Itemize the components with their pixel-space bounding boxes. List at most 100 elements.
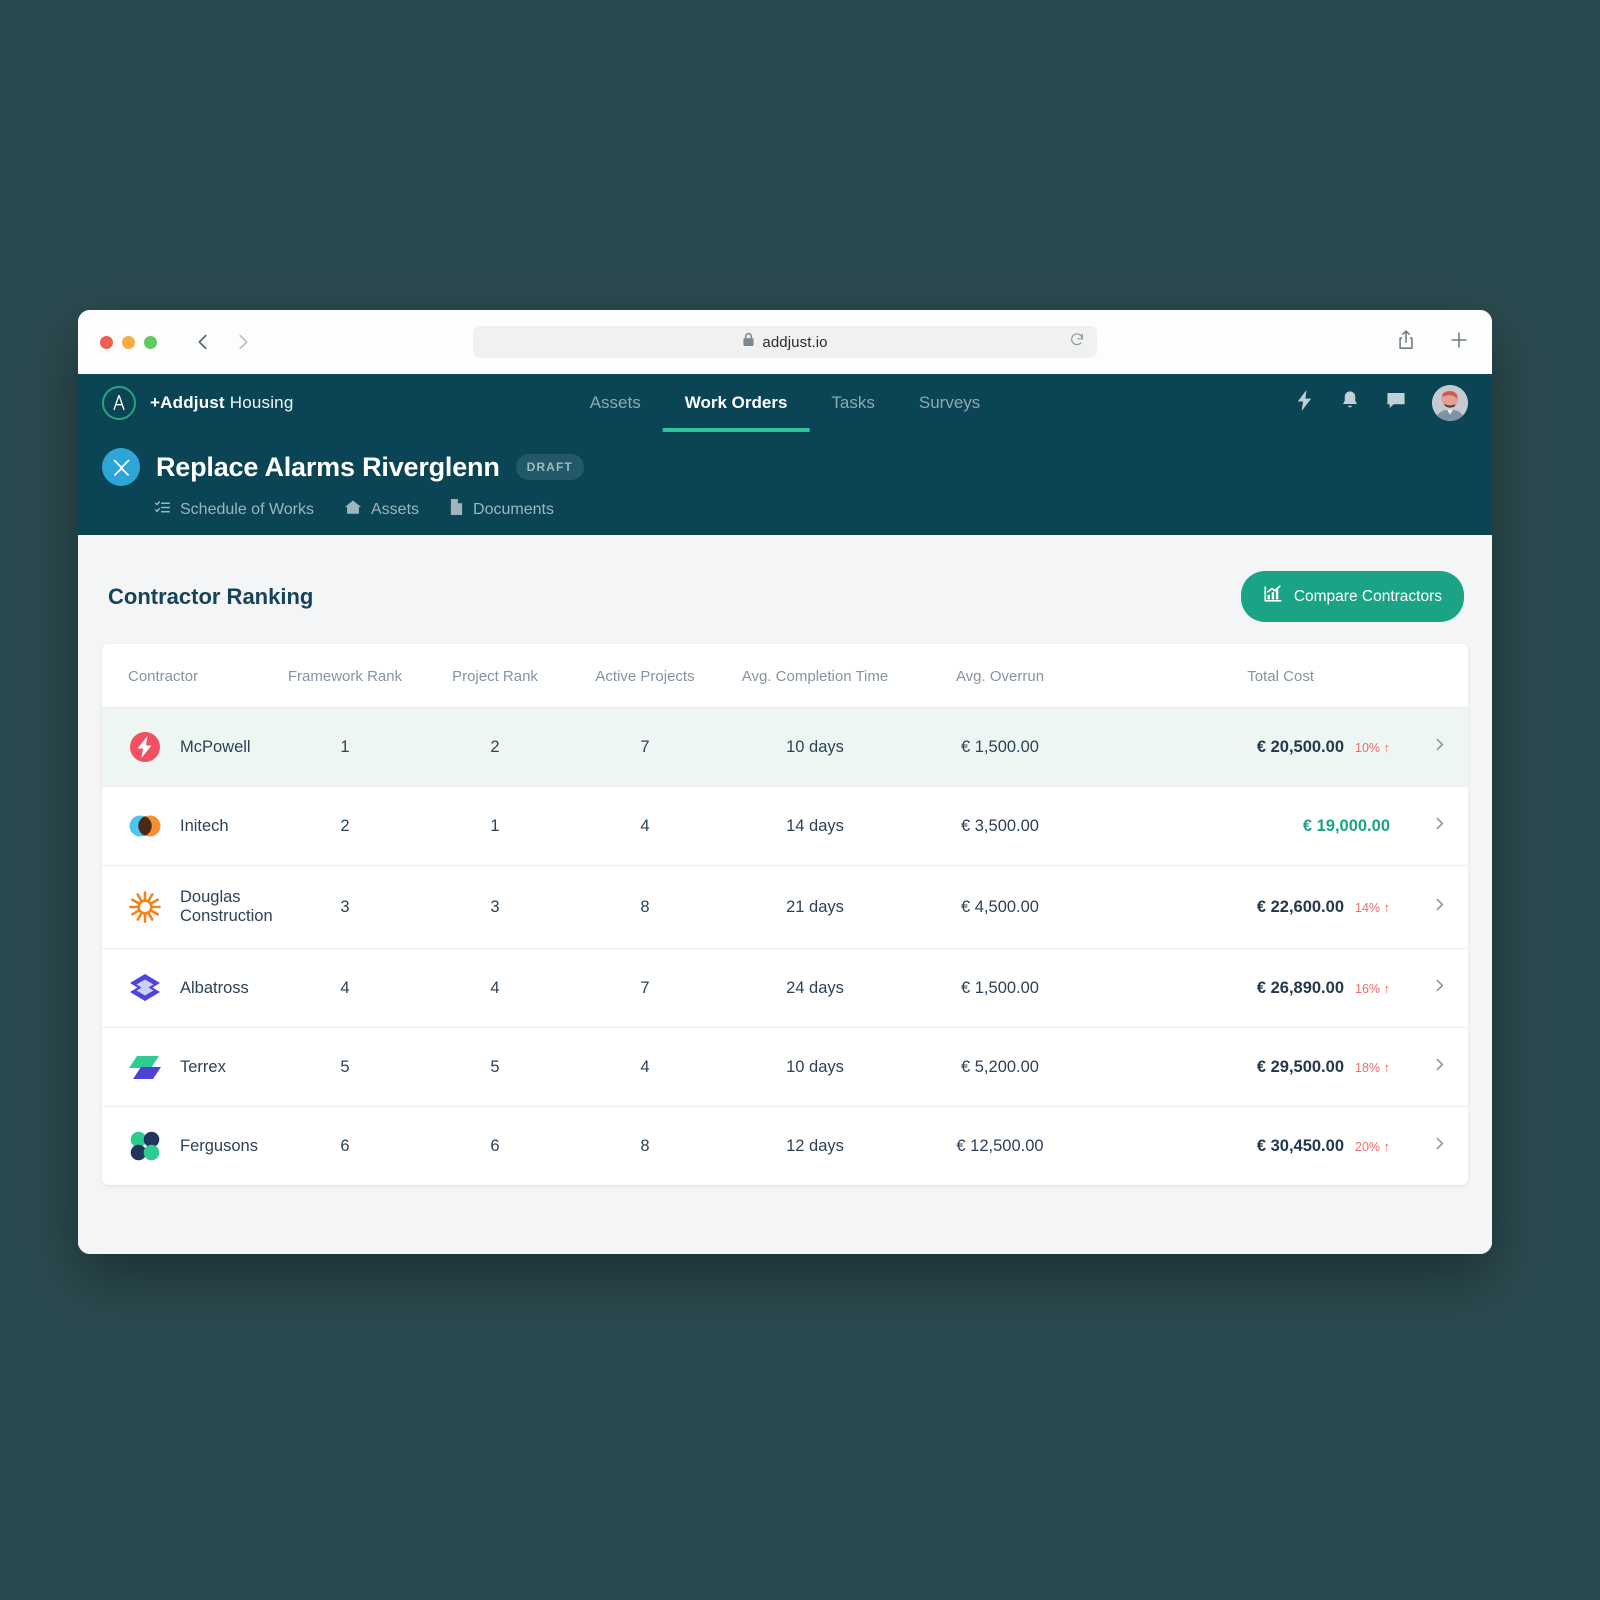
trend-up-icon: ↑ (1384, 1060, 1391, 1075)
brand-logo[interactable]: +Addjust Housing (102, 386, 294, 420)
tab-assets[interactable]: Assets (344, 498, 419, 521)
cell-avg-completion-time: 14 days (720, 787, 910, 866)
user-avatar[interactable] (1432, 385, 1468, 421)
compare-contractors-button[interactable]: Compare Contractors (1241, 571, 1464, 622)
cell-avg-completion-time: 10 days (720, 708, 910, 787)
compare-contractors-label: Compare Contractors (1294, 588, 1442, 606)
window-controls[interactable] (100, 336, 157, 349)
brand-name-bold: +Addjust (150, 393, 225, 412)
lightning-icon[interactable] (1295, 390, 1314, 416)
status-badge: DRAFT (516, 454, 584, 480)
table-row[interactable]: Albatross 4 4 7 24 days € 1,500.00 € 26,… (102, 949, 1468, 1028)
chevron-right-icon[interactable] (1431, 736, 1448, 758)
total-cost-value: € 30,450.00 (1257, 1137, 1344, 1156)
cell-avg-overrun: € 1,500.00 (910, 949, 1090, 1028)
table-row[interactable]: McPowell 1 2 7 10 days € 1,500.00 € 20,5… (102, 708, 1468, 787)
browser-toolbar-right (1396, 329, 1470, 356)
table-row[interactable]: Initech 2 1 4 14 days € 3,500.00 € 19,00… (102, 787, 1468, 866)
cell-contractor: Douglas Construction (102, 866, 270, 949)
tools-icon (102, 448, 140, 486)
desktop-background: addjust.io (0, 0, 1600, 1600)
douglas-sunburst-logo (128, 890, 162, 924)
contractor-name: Initech (180, 817, 229, 836)
total-cost-value: € 20,500.00 (1257, 738, 1344, 757)
cell-row-action[interactable] (1410, 866, 1468, 949)
page-title: Replace Alarms Riverglenn (156, 452, 500, 483)
home-icon (344, 499, 362, 521)
cell-avg-overrun: € 1,500.00 (910, 708, 1090, 787)
brand-name-light: Housing (225, 393, 294, 412)
nav-item-tasks[interactable]: Tasks (809, 374, 896, 432)
cell-avg-overrun: € 4,500.00 (910, 866, 1090, 949)
address-bar[interactable]: addjust.io (473, 326, 1097, 358)
cell-contractor: McPowell (102, 708, 270, 787)
primary-nav: Assets Work Orders Tasks Surveys (568, 374, 1003, 432)
brand-name: +Addjust Housing (150, 393, 294, 413)
cell-total-cost: € 22,600.00 14% ↑ (1090, 866, 1410, 949)
column-header-total-cost[interactable]: Total Cost (1090, 644, 1410, 708)
table-row[interactable]: Fergusons 6 6 8 12 days € 12,500.00 € 30… (102, 1107, 1468, 1186)
contractor-name: McPowell (180, 738, 251, 757)
cell-project-rank: 2 (420, 708, 570, 787)
document-icon (449, 498, 464, 521)
reload-icon[interactable] (1069, 332, 1085, 353)
cost-delta: 10% ↑ (1355, 740, 1390, 755)
chevron-right-icon[interactable] (1431, 1135, 1448, 1157)
list-checks-icon (154, 499, 171, 521)
nav-item-assets[interactable]: Assets (568, 374, 663, 432)
cell-total-cost: € 29,500.00 18% ↑ (1090, 1028, 1410, 1107)
back-icon[interactable] (191, 330, 215, 354)
new-tab-icon[interactable] (1448, 329, 1470, 356)
bar-chart-trend-icon (1263, 584, 1283, 609)
contractor-name: Douglas Construction (180, 888, 273, 926)
column-header-framework-rank[interactable]: Framework Rank (270, 644, 420, 708)
tab-schedule-of-works[interactable]: Schedule of Works (154, 498, 314, 521)
cell-row-action[interactable] (1410, 787, 1468, 866)
nav-item-surveys[interactable]: Surveys (897, 374, 1002, 432)
column-header-avg-overrun[interactable]: Avg. Overrun (910, 644, 1090, 708)
cell-framework-rank: 1 (270, 708, 420, 787)
chevron-right-icon[interactable] (1431, 896, 1448, 918)
column-header-contractor[interactable]: Contractor (102, 644, 270, 708)
minimize-window-button[interactable] (122, 336, 135, 349)
table-header: Contractor Framework Rank Project Rank A… (102, 644, 1468, 708)
cell-row-action[interactable] (1410, 1107, 1468, 1186)
table-row[interactable]: Douglas Construction 3 3 8 21 days € 4,5… (102, 866, 1468, 949)
cell-active-projects: 4 (570, 1028, 720, 1107)
cell-active-projects: 8 (570, 1107, 720, 1186)
cell-framework-rank: 6 (270, 1107, 420, 1186)
content-header: Contractor Ranking Compare Contracto (102, 563, 1468, 644)
total-cost-value: € 19,000.00 (1303, 817, 1390, 836)
lock-icon (742, 332, 755, 352)
cell-active-projects: 7 (570, 949, 720, 1028)
forward-icon[interactable] (231, 330, 255, 354)
column-header-avg-completion-time[interactable]: Avg. Completion Time (720, 644, 910, 708)
initech-circles-logo (128, 809, 162, 843)
browser-nav-buttons (191, 330, 255, 354)
cell-total-cost: € 19,000.00 (1090, 787, 1410, 866)
maximize-window-button[interactable] (144, 336, 157, 349)
close-window-button[interactable] (100, 336, 113, 349)
chevron-right-icon[interactable] (1431, 1056, 1448, 1078)
trend-up-icon: ↑ (1384, 1139, 1391, 1154)
share-icon[interactable] (1396, 329, 1416, 356)
chevron-right-icon[interactable] (1431, 815, 1448, 837)
cost-delta: 18% ↑ (1355, 1060, 1390, 1075)
bell-icon[interactable] (1340, 390, 1360, 416)
column-header-active-projects[interactable]: Active Projects (570, 644, 720, 708)
nav-item-work-orders[interactable]: Work Orders (663, 374, 810, 432)
column-header-project-rank[interactable]: Project Rank (420, 644, 570, 708)
albatross-layers-logo (128, 971, 162, 1005)
cell-avg-overrun: € 3,500.00 (910, 787, 1090, 866)
cell-row-action[interactable] (1410, 708, 1468, 787)
cell-row-action[interactable] (1410, 1028, 1468, 1107)
tab-documents[interactable]: Documents (449, 498, 554, 521)
section-title: Contractor Ranking (108, 584, 313, 610)
work-order-subheader: Replace Alarms Riverglenn DRAFT Schedule… (78, 432, 1492, 535)
chevron-right-icon[interactable] (1431, 977, 1448, 999)
cell-row-action[interactable] (1410, 949, 1468, 1028)
cost-delta: 14% ↑ (1355, 900, 1390, 915)
chat-icon[interactable] (1386, 391, 1406, 415)
table-row[interactable]: Terrex 5 5 4 10 days € 5,200.00 € 29,500… (102, 1028, 1468, 1107)
terrex-parallelogram-logo (128, 1050, 162, 1084)
